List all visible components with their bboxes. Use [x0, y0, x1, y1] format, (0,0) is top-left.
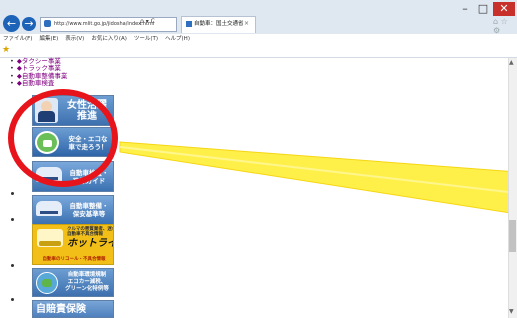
forward-button[interactable]: →	[22, 17, 36, 31]
scrollbar-thumb[interactable]	[509, 220, 516, 252]
list-item: • ◆自動車検査	[10, 79, 55, 88]
menu-edit[interactable]: 編集(E)	[39, 36, 58, 42]
truck-icon	[37, 229, 63, 247]
site-favicon-icon	[44, 20, 51, 27]
scroll-up-icon[interactable]: ▲	[509, 59, 514, 66]
tab-title: 自動車：国土交通省	[194, 21, 244, 27]
toolbar-icons[interactable]: ⌂ ☆ ⚙	[493, 17, 517, 35]
car-icon	[36, 201, 62, 216]
menu-file[interactable]: ファイル(F)	[3, 36, 32, 42]
back-button[interactable]: ←	[3, 15, 20, 32]
address-bar[interactable]: http://www.mlit.go.jp/jidosha/index.html	[40, 17, 177, 32]
banner-hotline[interactable]: クルマの悪質業者、迷わずに！ 自動車不具合情報 ホットライン 自動車のリコール・…	[32, 224, 114, 265]
bullet-dot	[11, 298, 14, 301]
minimize-button[interactable]: –	[456, 2, 474, 16]
tab-favicon-icon	[186, 20, 192, 27]
vertical-scrollbar[interactable]	[508, 58, 517, 318]
link-inspection[interactable]: ◆自動車検査	[17, 79, 55, 87]
maximize-button[interactable]: □	[474, 2, 492, 16]
banner-maintenance-standards[interactable]: 自動車整備・ 保安基準等	[32, 195, 114, 225]
favorites-star-icon[interactable]: ★	[2, 45, 10, 55]
banner-label: 自賠責保険	[36, 304, 86, 315]
menu-favorites[interactable]: お気に入り(A)	[91, 36, 127, 42]
globe-icon	[36, 272, 58, 294]
banner-environment-regulation[interactable]: 自動車環境規制 エコカー減税、 グリーン化特例等	[32, 268, 114, 297]
close-window-button[interactable]: ✕	[493, 2, 515, 16]
menu-help[interactable]: ヘルプ(H)	[165, 36, 190, 42]
bullet-dot	[11, 192, 14, 195]
address-tools[interactable]: ρ ▾ C	[140, 18, 155, 25]
favorites-bar: ★	[0, 44, 517, 58]
scroll-down-icon[interactable]: ▼	[509, 308, 514, 315]
menu-tools[interactable]: ツール(T)	[134, 36, 158, 42]
hotline-title: ホットライン	[67, 238, 113, 249]
screenshot-root: { "window": { "minimize_glyph": "–", "ma…	[0, 0, 517, 318]
link-list: • ◆タクシー事業 • ◆トラック事業 • ◆自動車整備事業 • ◆自動車検査	[10, 57, 67, 88]
hotline-subtitle: 自動車のリコール・不具合情報	[42, 257, 106, 262]
banner-label: 自動車環境規制 エコカー減税、 グリーン化特例等	[65, 272, 109, 292]
banner-liability-insurance[interactable]: 自賠責保険	[32, 300, 114, 318]
tab-close-icon[interactable]: ×	[244, 20, 249, 27]
menu-bar: ファイル(F) 編集(E) 表示(V) お気に入り(A) ツール(T) ヘルプ(H)	[0, 34, 517, 44]
bullet-dot	[11, 264, 14, 267]
banner-label: 自動車整備・ 保安基準等	[69, 202, 109, 218]
bullet-dot	[11, 218, 14, 221]
menu-view[interactable]: 表示(V)	[65, 36, 84, 42]
highlight-ring	[8, 89, 118, 187]
